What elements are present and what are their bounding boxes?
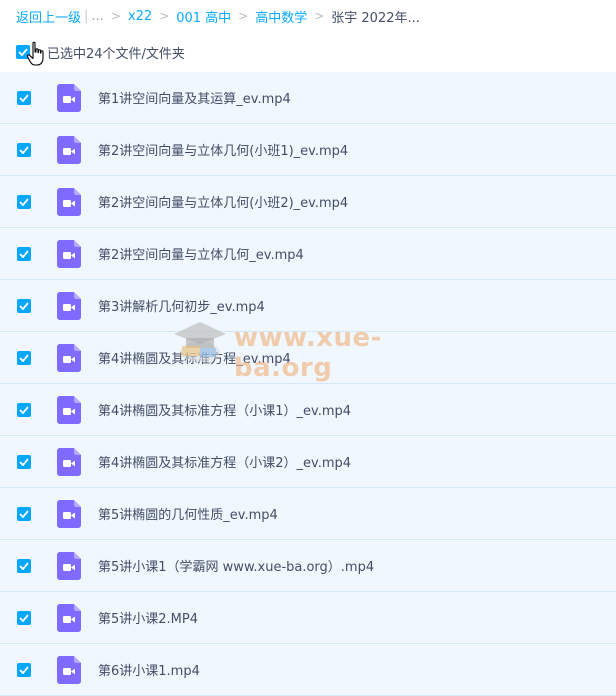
video-file-icon: [57, 395, 81, 424]
file-name: 第6讲小课1.mp4: [98, 664, 200, 679]
chevron-right-icon: >: [159, 9, 170, 23]
file-name: 第2讲空间向量与立体几何(小班1)_ev.mp4: [98, 144, 349, 159]
file-name: 第5讲椭圆的几何性质_ev.mp4: [98, 508, 278, 523]
file-row[interactable]: 第5讲小课2.MP4: [0, 592, 616, 644]
video-file-icon: [57, 603, 81, 632]
checkmark-icon: [19, 301, 29, 310]
file-checkbox[interactable]: [17, 246, 31, 261]
file-checkbox[interactable]: [17, 454, 31, 469]
video-file-shape: [57, 395, 81, 424]
file-list: 第1讲空间向量及其运算_ev.mp4 第2讲空间向量与立体几何(小班1)_ev.m…: [0, 72, 616, 696]
checkmark-icon: [18, 48, 28, 56]
file-checkbox[interactable]: [17, 506, 31, 521]
video-file-shape: [57, 291, 81, 320]
video-file-icon: [57, 447, 81, 476]
video-file-icon: [57, 655, 81, 684]
file-checkbox[interactable]: [17, 402, 31, 417]
file-checkbox[interactable]: [17, 610, 31, 625]
file-checkbox[interactable]: [17, 350, 31, 365]
chevron-right-icon: >: [110, 9, 121, 23]
checkmark-icon: [19, 665, 29, 674]
video-file-icon: [57, 291, 81, 320]
breadcrumb-item-math[interactable]: 高中数学: [255, 7, 307, 26]
breadcrumb-divider: |: [84, 8, 89, 24]
file-row[interactable]: 第5讲椭圆的几何性质_ev.mp4: [0, 488, 616, 540]
selection-count-label: 已选中24个文件/文件夹: [47, 46, 185, 62]
video-file-icon: [57, 135, 81, 164]
file-checkbox[interactable]: [17, 298, 31, 313]
breadcrumb: 返回上一级 | ... > x22 > 001 高中 > 高中数学 > 张宇 2…: [0, 0, 616, 32]
checkmark-icon: [19, 93, 29, 102]
file-checkbox[interactable]: [17, 662, 31, 677]
video-file-shape: [57, 83, 81, 112]
video-file-shape: [57, 551, 81, 580]
file-name: 第4讲椭圆及其标准方程（小课1）_ev.mp4: [98, 404, 352, 419]
video-file-shape: [57, 655, 81, 684]
file-row[interactable]: 第5讲小课1（学霸网 www.xue-ba.org）.mp4: [0, 540, 616, 592]
file-name: 第5讲小课2.MP4: [98, 612, 199, 627]
file-row[interactable]: 第3讲解析几何初步_ev.mp4: [0, 280, 616, 332]
file-row[interactable]: 第2讲空间向量与立体几何(小班1)_ev.mp4: [0, 124, 616, 176]
video-file-shape: [57, 343, 81, 372]
checkmark-icon: [19, 561, 29, 570]
file-row[interactable]: 第6讲小课1.mp4: [0, 644, 616, 696]
checkmark-icon: [19, 509, 29, 518]
file-name: 第3讲解析几何初步_ev.mp4: [98, 300, 265, 315]
checkmark-icon: [19, 249, 29, 258]
checkmark-icon: [19, 405, 29, 414]
file-row[interactable]: 第2讲空间向量与立体几何_ev.mp4: [0, 228, 616, 280]
video-file-icon: [57, 239, 81, 268]
video-file-icon: [57, 551, 81, 580]
file-row[interactable]: 第4讲椭圆及其标准方程_ev.mp4: [0, 332, 616, 384]
chevron-right-icon: >: [238, 9, 249, 23]
file-name: 第1讲空间向量及其运算_ev.mp4: [98, 92, 291, 107]
file-row[interactable]: 第4讲椭圆及其标准方程（小课1）_ev.mp4: [0, 384, 616, 436]
checkmark-icon: [19, 145, 29, 154]
video-file-shape: [57, 603, 81, 632]
breadcrumb-ellipsis[interactable]: ...: [91, 9, 103, 24]
file-name: 第2讲空间向量与立体几何(小班2)_ev.mp4: [98, 196, 349, 211]
select-all-checkbox[interactable]: [16, 45, 30, 59]
checkmark-icon: [19, 197, 29, 206]
file-checkbox[interactable]: [17, 558, 31, 573]
video-file-shape: [57, 447, 81, 476]
file-checkbox[interactable]: [17, 194, 31, 209]
checkmark-icon: [19, 613, 29, 622]
chevron-right-icon: >: [314, 9, 325, 23]
file-row[interactable]: 第2讲空间向量与立体几何(小班2)_ev.mp4: [0, 176, 616, 228]
back-link[interactable]: 返回上一级: [16, 7, 81, 26]
checkmark-icon: [19, 457, 29, 466]
video-file-icon: [57, 499, 81, 528]
video-file-shape: [57, 499, 81, 528]
video-file-icon: [57, 83, 81, 112]
file-name: 第2讲空间向量与立体几何_ev.mp4: [98, 248, 304, 263]
file-row[interactable]: 第1讲空间向量及其运算_ev.mp4: [0, 72, 616, 124]
breadcrumb-current: 张宇 2022年...: [331, 10, 420, 26]
file-name: 第5讲小课1（学霸网 www.xue-ba.org）.mp4: [98, 560, 375, 575]
file-row[interactable]: 第4讲椭圆及其标准方程（小课2）_ev.mp4: [0, 436, 616, 488]
selection-bar: 已选中24个文件/文件夹: [0, 32, 616, 72]
video-file-shape: [57, 135, 81, 164]
video-file-icon: [57, 343, 81, 372]
video-file-shape: [57, 187, 81, 216]
video-file-icon: [57, 187, 81, 216]
file-name: 第4讲椭圆及其标准方程_ev.mp4: [98, 352, 291, 367]
breadcrumb-item-x22[interactable]: x22: [128, 9, 152, 24]
file-checkbox[interactable]: [17, 142, 31, 157]
file-checkbox[interactable]: [17, 90, 31, 105]
file-name: 第4讲椭圆及其标准方程（小课2）_ev.mp4: [98, 456, 352, 471]
checkmark-icon: [19, 353, 29, 362]
video-file-shape: [57, 239, 81, 268]
breadcrumb-item-001[interactable]: 001 高中: [176, 7, 231, 26]
